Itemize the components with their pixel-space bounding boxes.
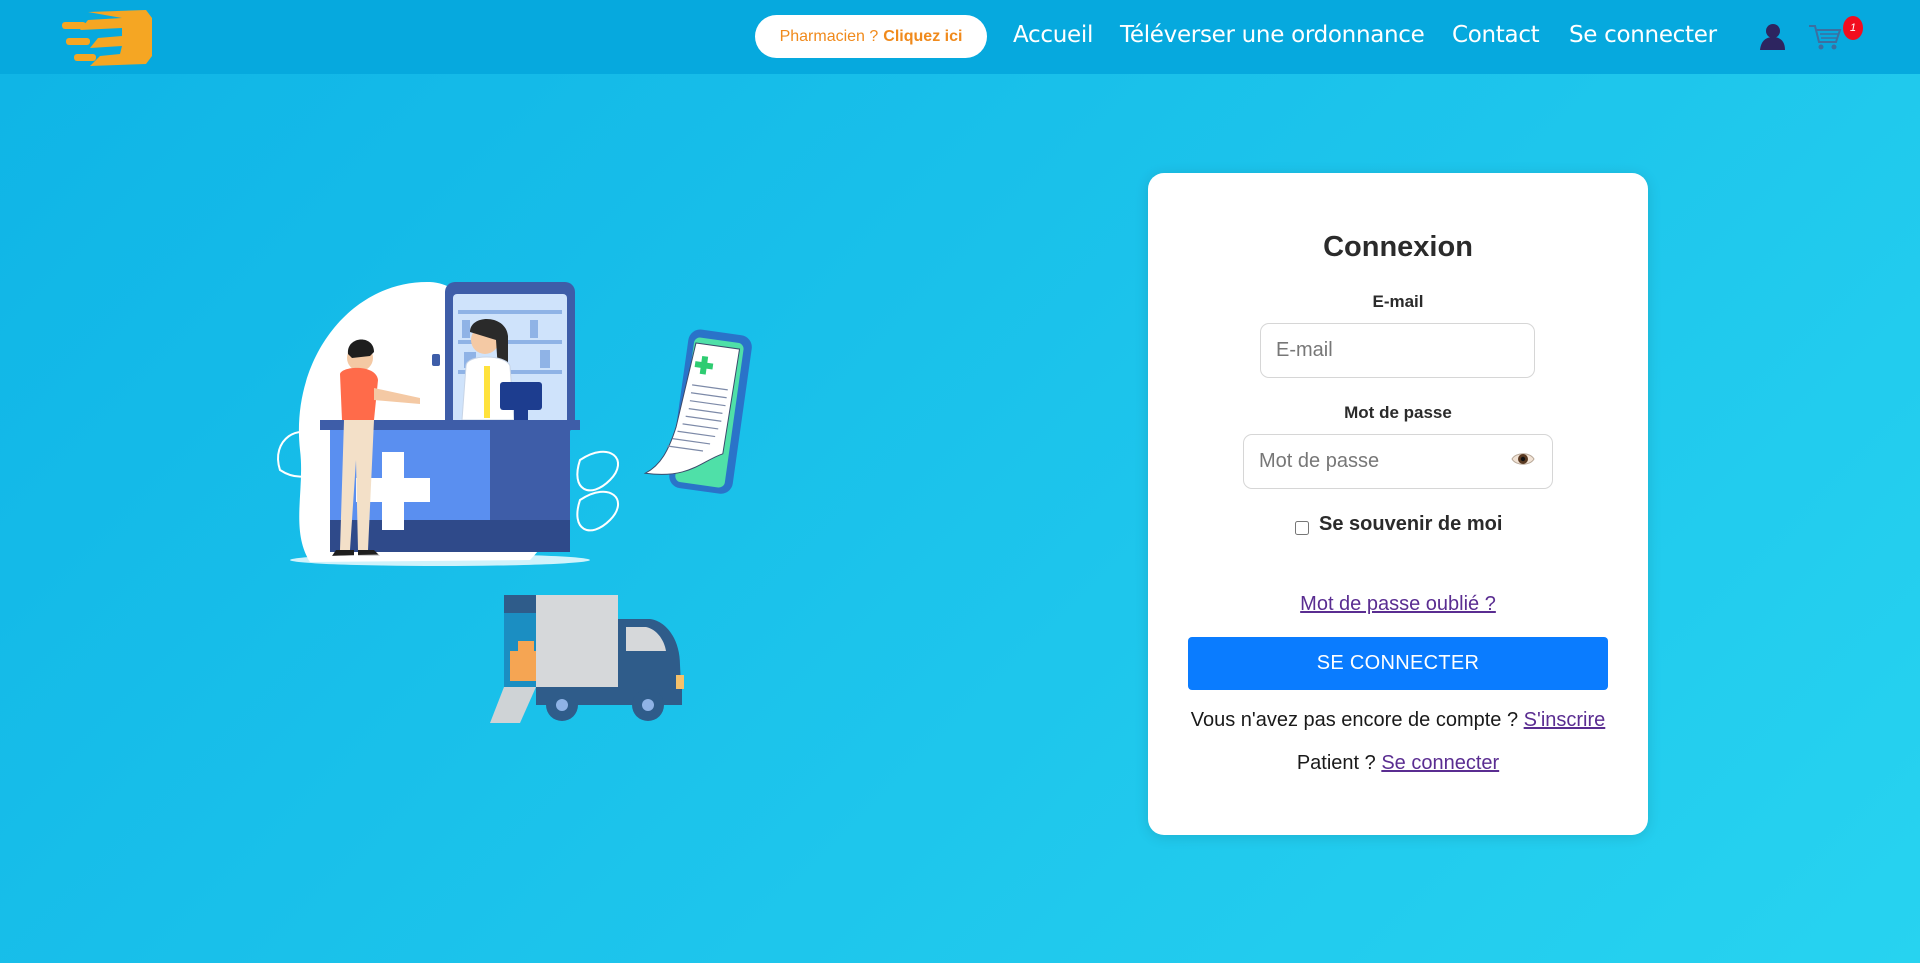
nav-login[interactable]: Se connecter: [1569, 22, 1717, 48]
forgot-password-link[interactable]: Mot de passe oublié ?: [1148, 593, 1648, 616]
eye-icon[interactable]: [1511, 449, 1535, 469]
password-label: Mot de passe: [1344, 403, 1452, 422]
login-card: Connexion E-mail Mot de passe Se souveni…: [1148, 173, 1648, 835]
pharmacist-prefix: Pharmacien ?: [779, 27, 879, 45]
logo[interactable]: [60, 8, 156, 68]
remember-me[interactable]: Se souvenir de moi: [1295, 513, 1502, 536]
patient-line: Patient ? Se connecter: [1148, 752, 1648, 775]
cart-icon[interactable]: [1808, 22, 1842, 52]
signup-line: Vous n'avez pas encore de compte ? S'ins…: [1148, 709, 1648, 732]
top-navbar: Pharmacien ? Cliquez ici Accueil Téléver…: [0, 0, 1920, 74]
nav-home[interactable]: Accueil: [1013, 22, 1093, 48]
signup-link[interactable]: S'inscrire: [1524, 709, 1606, 731]
user-icon[interactable]: [1757, 21, 1787, 51]
signup-prompt: Vous n'avez pas encore de compte ?: [1190, 709, 1519, 731]
patient-prompt: Patient ?: [1296, 752, 1376, 774]
remember-label: Se souvenir de moi: [1319, 513, 1503, 535]
cart-count-badge: 1: [1843, 16, 1863, 40]
patient-login-link[interactable]: Se connecter: [1381, 752, 1499, 774]
email-field[interactable]: [1260, 323, 1535, 378]
nav-upload-prescription[interactable]: Téléverser une ordonnance: [1120, 22, 1425, 48]
pharmacy-illustration: [277, 281, 752, 723]
nav-contact[interactable]: Contact: [1452, 22, 1540, 48]
pharmacist-link: Cliquez ici: [883, 27, 963, 45]
login-title: Connexion: [1323, 231, 1473, 263]
email-label: E-mail: [1372, 292, 1424, 311]
pharmacist-button[interactable]: Pharmacien ? Cliquez ici: [755, 15, 987, 58]
login-submit-button[interactable]: SE CONNECTER: [1188, 637, 1608, 690]
remember-checkbox[interactable]: [1295, 520, 1309, 535]
password-field[interactable]: [1243, 434, 1553, 489]
